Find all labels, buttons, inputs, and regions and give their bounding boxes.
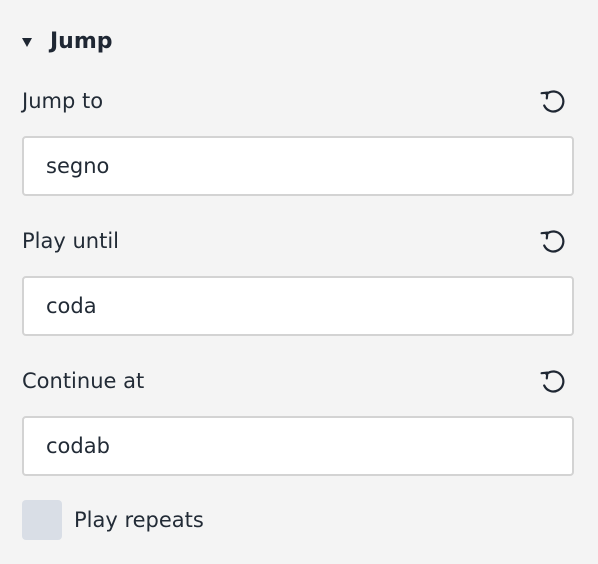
play-repeats-label: Play repeats — [74, 508, 204, 532]
section-title: Jump — [50, 28, 113, 54]
continue-at-label: Continue at — [22, 369, 145, 393]
play-until-label: Play until — [22, 229, 119, 253]
caret-down-icon[interactable] — [22, 37, 32, 47]
jump-properties-panel: Jump Jump to Play until Continue at Play… — [0, 0, 598, 564]
play-repeats-checkbox[interactable] — [22, 500, 62, 540]
play-until-reset-button[interactable] — [536, 224, 570, 258]
reset-icon — [540, 230, 565, 253]
jump-to-label: Jump to — [22, 89, 104, 113]
jump-section-header[interactable]: Jump — [22, 26, 113, 56]
continue-at-reset-button[interactable] — [536, 364, 570, 398]
play-repeats-row[interactable]: Play repeats — [22, 500, 204, 540]
reset-icon — [540, 370, 565, 393]
jump-to-input[interactable] — [22, 136, 574, 196]
reset-icon — [540, 90, 565, 113]
jump-to-reset-button[interactable] — [536, 84, 570, 118]
play-until-input[interactable] — [22, 276, 574, 336]
continue-at-input[interactable] — [22, 416, 574, 476]
